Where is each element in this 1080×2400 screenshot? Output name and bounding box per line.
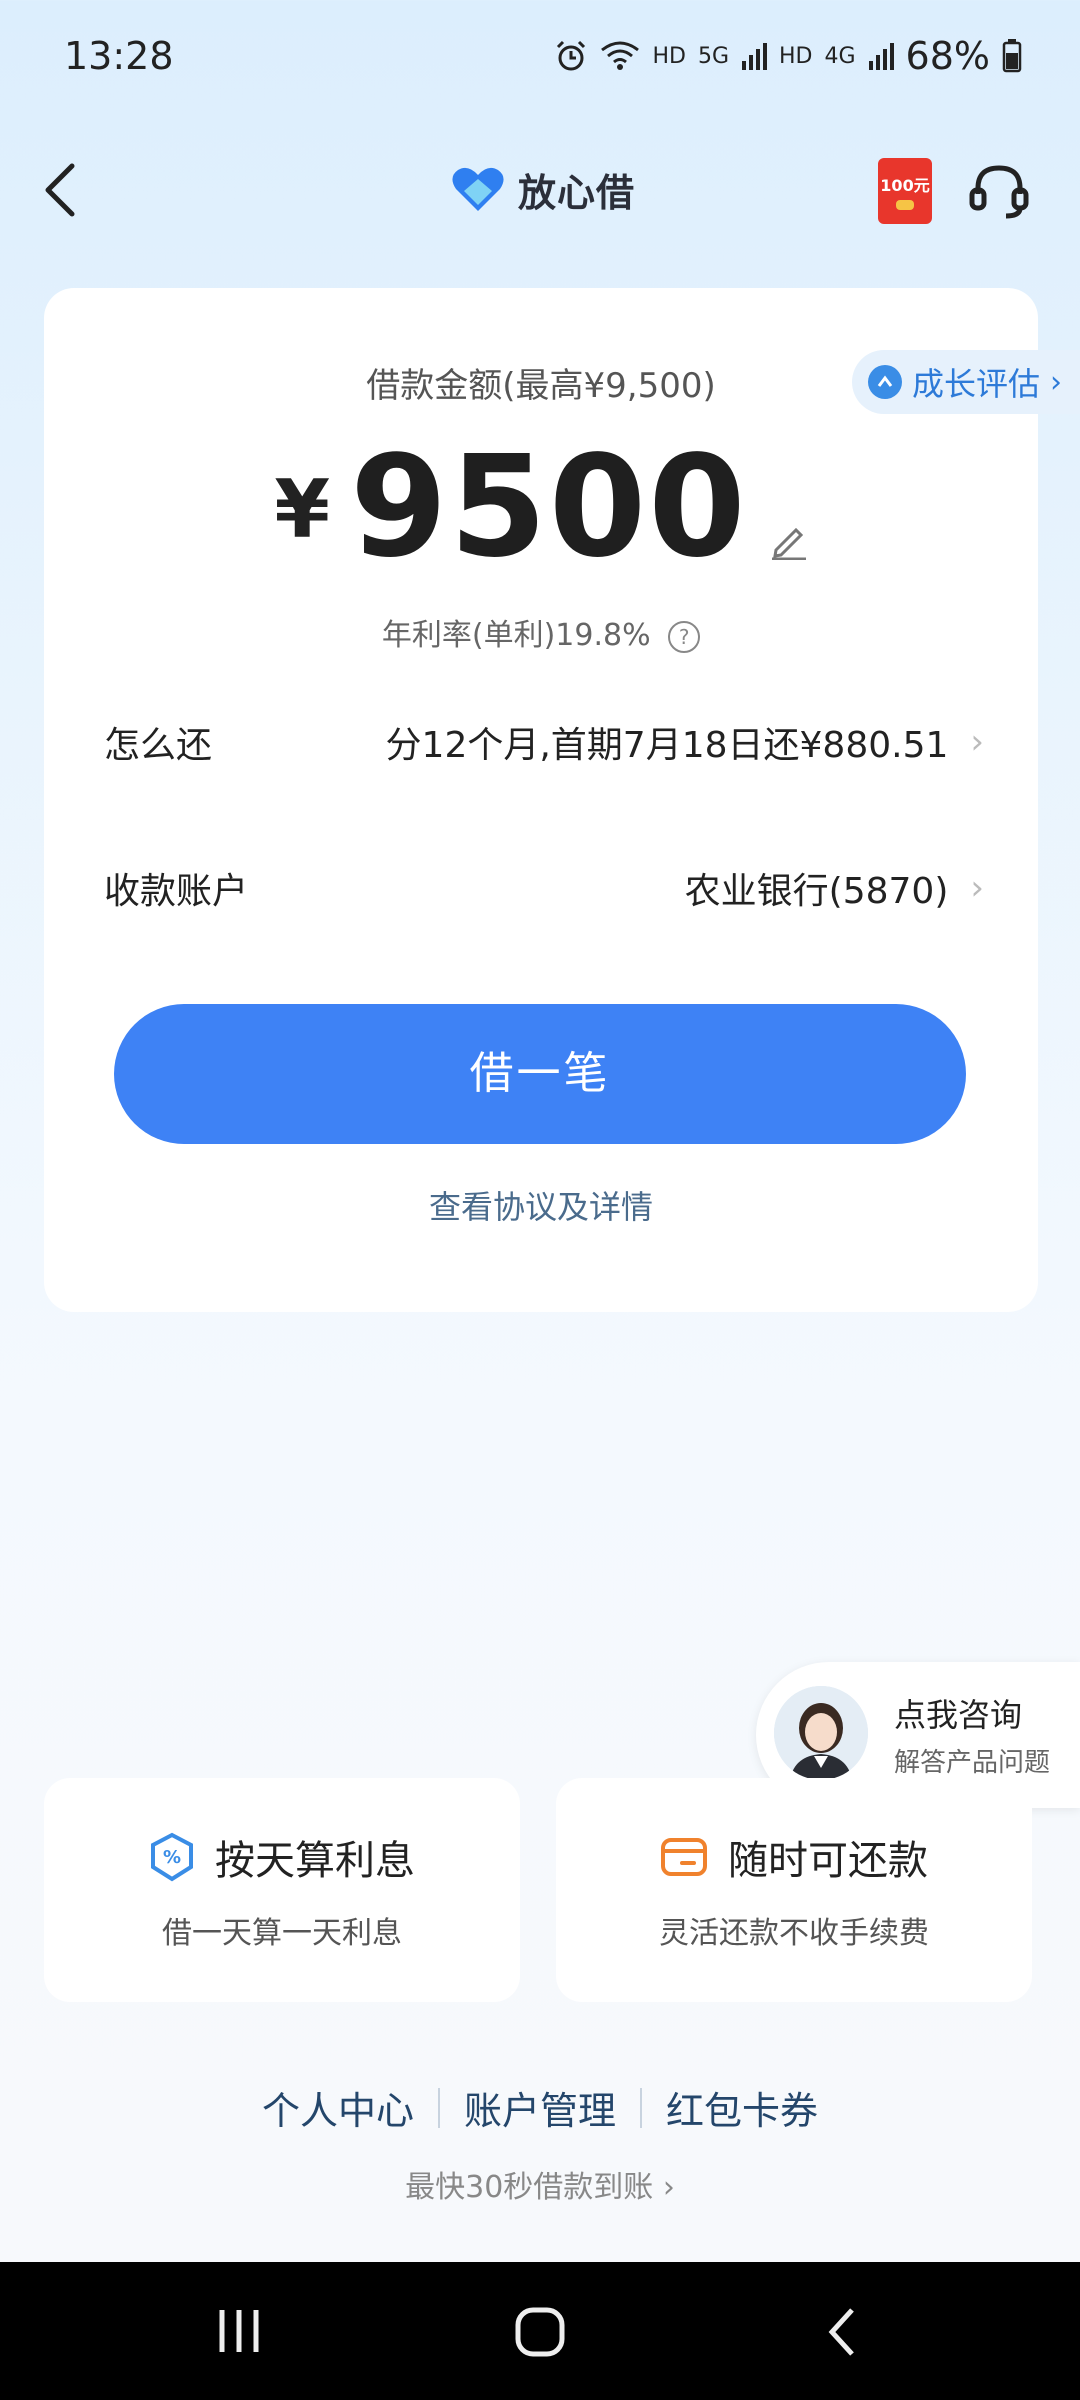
chevron-right-icon: › bbox=[1050, 364, 1063, 400]
growth-assessment-tag[interactable]: 成长评估 › bbox=[852, 350, 1080, 414]
back-arrow-icon[interactable] bbox=[40, 160, 80, 220]
feature-desc: 借一天算一天利息 bbox=[162, 1916, 402, 1951]
edit-pencil-icon[interactable] bbox=[768, 520, 808, 560]
brand-name: 放心借 bbox=[518, 171, 636, 215]
link-coupons[interactable]: 红包卡券 bbox=[642, 2080, 842, 2135]
repayment-value: 分12个月,首期7月18日还¥880.51 bbox=[385, 725, 949, 766]
feature-desc: 灵活还款不收手续费 bbox=[659, 1916, 929, 1951]
repayment-row[interactable]: 怎么还 分12个月,首期7月18日还¥880.51 › bbox=[104, 712, 984, 772]
link-account-management[interactable]: 账户管理 bbox=[440, 2080, 640, 2135]
brand: 放心借 bbox=[450, 162, 635, 217]
consult-title: 点我咨询 bbox=[894, 1696, 1023, 1734]
wifi-icon bbox=[601, 41, 640, 70]
network-4g-label: 4G bbox=[824, 43, 856, 69]
feature-card-flexible-repay: 随时可还款 灵活还款不收手续费 bbox=[556, 1778, 1032, 2002]
link-personal-center[interactable]: 个人中心 bbox=[238, 2080, 438, 2135]
loan-amount: ¥ 9500 bbox=[44, 438, 1038, 578]
growth-arrow-icon bbox=[868, 365, 902, 399]
system-nav-bar bbox=[0, 2262, 1080, 2400]
status-icons: HD 5G HD 4G 68% bbox=[554, 34, 1022, 78]
slogan-link[interactable]: 最快30秒借款到账 › bbox=[0, 2162, 1080, 2206]
red-packet-amount: 100元 bbox=[880, 176, 930, 195]
account-row[interactable]: 收款账户 农业银行(5870) › bbox=[104, 858, 984, 918]
battery-percent: 68% bbox=[905, 34, 990, 78]
home-icon[interactable] bbox=[514, 2306, 566, 2358]
chevron-right-icon: › bbox=[662, 2170, 675, 2205]
signal-icon-1 bbox=[742, 43, 767, 70]
status-time: 13:28 bbox=[64, 34, 174, 78]
red-packet-seal-icon bbox=[896, 200, 914, 210]
recent-apps-icon[interactable] bbox=[214, 2306, 264, 2356]
repayment-label: 怎么还 bbox=[104, 725, 213, 766]
agreement-link[interactable]: 查看协议及详情 bbox=[44, 1182, 1038, 1228]
currency-symbol: ¥ bbox=[274, 463, 330, 556]
hd-label-1: HD bbox=[652, 43, 686, 69]
account-value: 农业银行(5870) bbox=[684, 871, 949, 912]
system-back-icon[interactable] bbox=[826, 2306, 856, 2358]
rate-help-icon[interactable]: ? bbox=[668, 620, 701, 653]
battery-icon bbox=[1002, 39, 1022, 73]
interest-rate: 年利率(单利)19.8% ? bbox=[44, 610, 1038, 654]
percent-shield-icon: % bbox=[151, 1832, 193, 1882]
top-nav: 放心借 100元 bbox=[0, 140, 1080, 240]
status-bar: 13:28 HD 5G HD 4G 68% bbox=[0, 0, 1080, 120]
feature-title: 按天算利息 bbox=[215, 1838, 415, 1884]
wallet-icon bbox=[661, 1838, 707, 1876]
borrow-button[interactable]: 借一笔 bbox=[114, 1004, 966, 1144]
svg-text:%: % bbox=[163, 1847, 181, 1868]
loan-card: 借款金额(最高¥9,500) ¥ 9500 年利率(单利)19.8% ? 怎么还… bbox=[44, 288, 1038, 1312]
account-label: 收款账户 bbox=[104, 871, 249, 912]
network-5g-label: 5G bbox=[697, 43, 729, 69]
growth-assessment-label: 成长评估 bbox=[912, 365, 1041, 403]
footer-links: 个人中心 账户管理 红包卡券 bbox=[0, 2080, 1080, 2135]
consult-subtitle: 解答产品问题 bbox=[894, 1748, 1051, 1778]
feature-title: 随时可还款 bbox=[728, 1838, 928, 1884]
customer-service-headset-icon[interactable] bbox=[968, 160, 1030, 222]
interest-rate-text: 年利率(单利)19.8% bbox=[381, 618, 651, 653]
signal-icon-2 bbox=[868, 43, 894, 70]
chevron-right-icon: › bbox=[970, 868, 984, 908]
brand-heart-logo-icon bbox=[452, 167, 504, 211]
slogan-text: 最快30秒借款到账 bbox=[405, 2170, 654, 2205]
chevron-right-icon: › bbox=[970, 722, 984, 762]
alarm-icon bbox=[557, 40, 586, 71]
feature-card-daily-interest: % 按天算利息 借一天算一天利息 bbox=[44, 1778, 520, 2002]
consultant-avatar bbox=[774, 1686, 868, 1780]
loan-amount-value[interactable]: 9500 bbox=[350, 438, 748, 578]
red-packet-button[interactable]: 100元 bbox=[878, 158, 932, 224]
hd-label-2: HD bbox=[779, 43, 813, 69]
